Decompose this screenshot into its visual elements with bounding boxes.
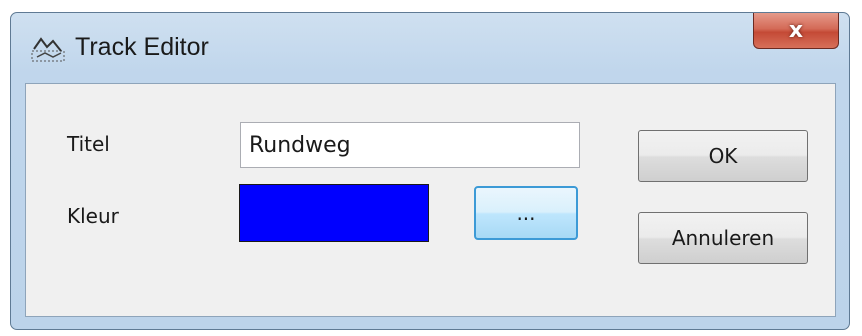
- window-title: Track Editor: [75, 33, 209, 61]
- track-map-icon: [31, 33, 67, 63]
- title-label: Titel: [67, 132, 110, 156]
- close-button[interactable]: x: [753, 13, 839, 49]
- ok-button[interactable]: OK: [638, 130, 808, 182]
- dialog-content: Titel Kleur ... OK Annuleren: [25, 83, 836, 317]
- cancel-button[interactable]: Annuleren: [638, 212, 808, 264]
- color-label: Kleur: [67, 204, 119, 228]
- color-swatch: [239, 184, 429, 242]
- close-icon: x: [788, 18, 804, 43]
- title-input[interactable]: [240, 122, 580, 168]
- color-picker-button[interactable]: ...: [474, 186, 578, 240]
- title-bar[interactable]: Track Editor x: [11, 13, 849, 83]
- dialog-window: Track Editor x Titel Kleur ... OK Annule…: [10, 12, 850, 330]
